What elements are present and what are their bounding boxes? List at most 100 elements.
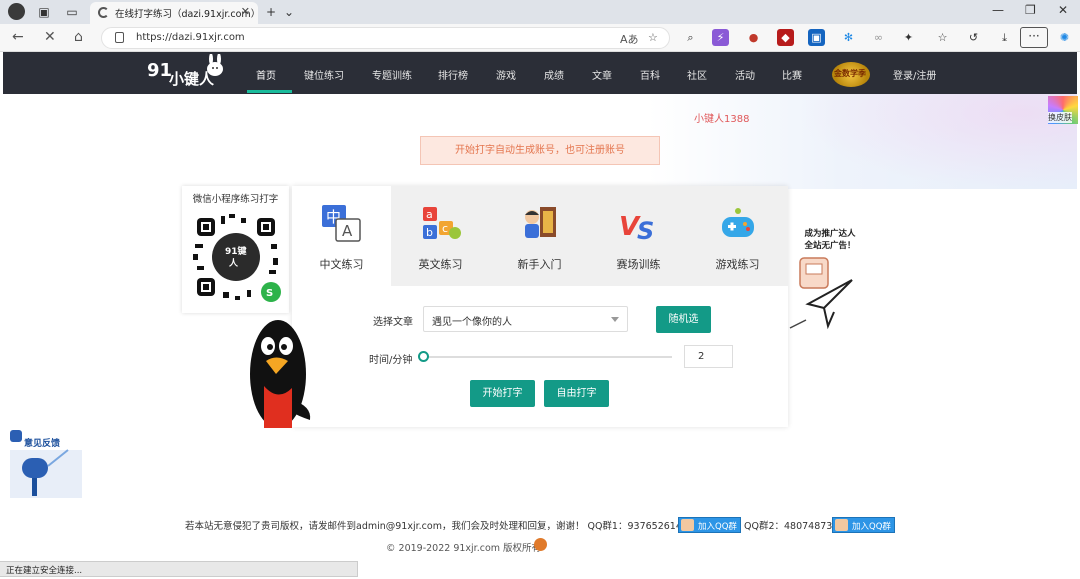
paper-plane-mascot-icon[interactable] [786, 254, 858, 334]
free-typing-button[interactable]: 自由打字 [544, 380, 609, 407]
lock-icon [115, 32, 124, 43]
extension-purple-icon[interactable]: ⚡ [712, 29, 729, 46]
change-skin-label[interactable]: 换皮肤 [1048, 112, 1072, 123]
tab-beginner[interactable]: 新手入门 [490, 186, 589, 286]
nav-item[interactable]: 游戏 [496, 67, 516, 82]
home-icon[interactable]: ⌂ [74, 29, 83, 45]
minimize-button[interactable]: — [992, 3, 1004, 17]
wechat-qr-card: 微信小程序练习打字 91键 人 S [182, 186, 289, 313]
favorites-icon[interactable]: ☆ [934, 29, 951, 46]
search-icon[interactable]: ⌕ [682, 29, 699, 46]
nav-item[interactable]: 首页 [256, 67, 276, 82]
site-badge-icon [534, 538, 547, 551]
nav-item[interactable]: 比赛 [782, 67, 802, 82]
settings-more-button[interactable]: ··· [1020, 27, 1048, 48]
extension-snowflake-icon[interactable]: ✻ [840, 29, 857, 46]
join-qq-label: 加入QQ群 [698, 522, 737, 532]
footer-copyright: © 2019-2022 91xjr.com 版权所有 [386, 543, 542, 554]
login-register-link[interactable]: 登录/注册 [893, 67, 936, 82]
status-text: 正在建立安全连接... [6, 566, 83, 576]
nav-item[interactable]: 社区 [687, 67, 707, 82]
nav-item[interactable]: 文章 [592, 67, 612, 82]
footer-qq-group-2: QQ群2：480748731 [744, 521, 839, 532]
wechat-qr-code-icon: 91键 人 S [190, 211, 282, 303]
tab-label: 新手入门 [517, 258, 562, 271]
join-qq-group-1-button[interactable]: 加入QQ群 [678, 517, 741, 533]
read-aloud-icon[interactable]: Aあ [620, 31, 639, 47]
article-label: 选择文章 [373, 317, 413, 328]
nav-item[interactable]: 百科 [640, 67, 660, 82]
tab-english-practice[interactable]: a b c 英文练习 [391, 186, 490, 286]
tab-label: 中文练习 [319, 258, 364, 271]
browser-status-bar: 正在建立安全连接... [0, 561, 358, 577]
workspaces-icon[interactable]: ▣ [36, 4, 52, 20]
tab-label: 游戏练习 [715, 258, 760, 271]
time-slider-handle[interactable] [418, 351, 429, 362]
feedback-label[interactable]: 意见反馈 [24, 436, 60, 449]
browser-tab-active[interactable]: 在线打字练习（dazi.91xjr.com） ✕ [90, 2, 260, 24]
time-minutes-value: 2 [698, 351, 705, 362]
nav-item[interactable]: 成绩 [544, 67, 564, 82]
random-select-button[interactable]: 随机选 [656, 306, 711, 333]
site-navigation: 91 小键人 首页 键位练习 专题训练 排行榜 游戏 成绩 文章 百科 社区 活动 比赛 金数学季 … [3, 52, 1077, 94]
stop-loading-icon[interactable]: ✕ [44, 29, 56, 45]
golden-badge-icon[interactable]: 金数学季 [832, 62, 870, 87]
extension-shield-icon[interactable]: ◆ [777, 29, 794, 46]
username-label[interactable]: 小键人1388 [694, 110, 749, 125]
history-icon[interactable]: ↺ [965, 29, 982, 46]
gamepad-icon [722, 208, 754, 237]
extensions-puzzle-icon[interactable]: ✦ [900, 29, 917, 46]
chinese-icon: 中 A [322, 205, 361, 242]
new-tab-button[interactable]: + [263, 4, 279, 20]
maximize-button[interactable]: ❐ [1025, 3, 1036, 17]
beginner-icon [525, 207, 556, 238]
time-minutes-input[interactable]: 2 [684, 345, 733, 368]
footer-copyright-notice: 若本站无意侵犯了贵司版权，请发邮件到admin@91xjr.com，我们会及时处… [185, 521, 682, 532]
qq-avatar-icon [835, 519, 848, 531]
site-logo[interactable]: 91 小键人 [143, 54, 231, 92]
time-label: 时间/分钟 [369, 355, 413, 366]
promo-line-1: 成为推广达人 [804, 229, 856, 239]
abc-blocks-icon: a b c [423, 207, 461, 239]
back-icon[interactable]: ← [12, 29, 24, 45]
promo-line-2: 全站无广告！ [804, 241, 856, 251]
chevron-down-icon [611, 317, 619, 322]
tab-chinese-practice[interactable]: 中 A 中文练习 [292, 186, 391, 286]
svg-text:A: A [342, 222, 353, 240]
address-bar[interactable]: https://dazi.91xjr.com Aあ ☆ [101, 27, 670, 49]
profile-avatar[interactable] [8, 3, 25, 20]
tab-label: 赛场训练 [616, 258, 661, 271]
copilot-icon[interactable]: ✺ [1056, 29, 1073, 46]
nav-item[interactable]: 专题训练 [372, 67, 412, 82]
browser-toolbar: ← ✕ ⌂ https://dazi.91xjr.com Aあ ☆ ⌕ ⚡ ● … [0, 24, 1080, 52]
promo-text[interactable]: 成为推广达人 全站无广告！ [801, 228, 859, 252]
time-slider-track[interactable] [426, 356, 672, 358]
tab-arena-training[interactable]: V S 赛场训练 [589, 186, 688, 286]
article-select[interactable]: 遇见一个像你的人 [423, 306, 628, 332]
nav-item[interactable]: 键位练习 [304, 67, 344, 82]
close-window-button[interactable]: ✕ [1058, 3, 1068, 17]
svg-text:b: b [426, 226, 433, 239]
nav-item[interactable]: 活动 [735, 67, 755, 82]
article-select-value: 遇见一个像你的人 [432, 317, 512, 328]
start-typing-button[interactable]: 开始打字 [470, 380, 535, 407]
tab-label: 英文练习 [418, 258, 463, 271]
tab-actions-icon[interactable]: ▭ [64, 4, 80, 20]
tab-close-icon[interactable]: ✕ [241, 5, 250, 18]
join-qq-group-2-button[interactable]: 加入QQ群 [832, 517, 895, 533]
extension-cookie-icon[interactable]: ● [745, 29, 762, 46]
extension-box-icon[interactable]: ▣ [808, 29, 825, 46]
download-icon[interactable]: ⤓ [996, 29, 1013, 46]
browser-tab-bar: ▣ ▭ 在线打字练习（dazi.91xjr.com） ✕ + ⌄ — ❐ ✕ [0, 0, 1080, 24]
qq-avatar-icon [681, 519, 694, 531]
join-qq-label: 加入QQ群 [852, 522, 891, 532]
penguin-mascot-icon [250, 320, 311, 428]
svg-text:人: 人 [228, 257, 239, 269]
tab-game-practice[interactable]: 游戏练习 [688, 186, 787, 286]
nav-item[interactable]: 排行榜 [438, 67, 468, 82]
practice-tabs: 中 A 中文练习 a b c 英文练习 新手入门 V S 赛场训练 游戏练习 [292, 186, 788, 286]
tab-list-icon[interactable]: ⌄ [281, 4, 297, 20]
extension-link-icon[interactable]: ∞ [870, 29, 887, 46]
svg-text:小键人: 小键人 [169, 70, 215, 88]
favorite-star-icon[interactable]: ☆ [648, 31, 658, 44]
